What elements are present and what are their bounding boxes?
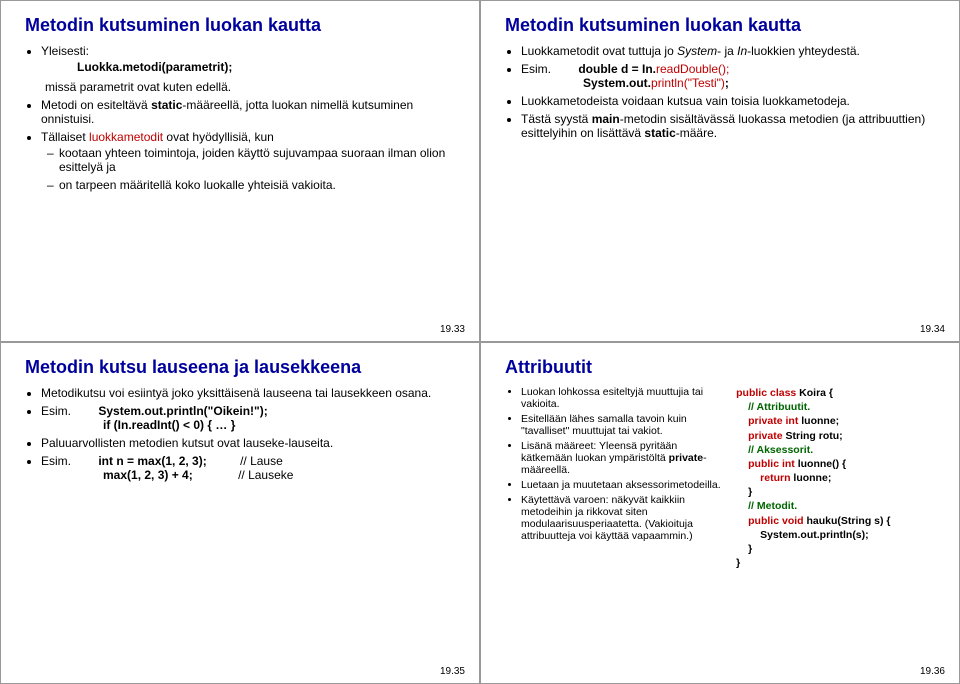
page-number: 19.33 [440, 324, 465, 335]
page-number: 19.34 [920, 324, 945, 335]
bullet: Paluuarvollisten metodien kutsut ovat la… [41, 436, 459, 450]
page-number: 19.36 [920, 666, 945, 677]
kw-int: int [98, 454, 113, 468]
slide2-list: Luokkametodit ovat tuttuja jo System- ja… [505, 44, 939, 140]
code: Koira { [796, 387, 833, 399]
slide2-title: Metodin kutsuminen luokan kautta [505, 15, 939, 36]
em: In [737, 44, 747, 58]
bullet: Luetaan ja muutetaan aksessorimetodeilla… [521, 479, 728, 491]
kw: System.out. [583, 76, 651, 90]
attr-list: Luokan lohkossa esiteltyjä muuttujia tai… [505, 386, 728, 542]
slide1-title: Metodin kutsuminen luokan kautta [25, 15, 459, 36]
bullet: Käytettävä varoen: näkyvät kaikkiin meto… [521, 494, 728, 542]
bullet: Esim. double d = In.readDouble(); System… [521, 62, 939, 90]
code: hauku(String s) { [804, 515, 891, 527]
slide-2: Metodin kutsuminen luokan kautta Luokkam… [480, 0, 960, 342]
kw: private [748, 430, 782, 442]
kw-main: main [592, 112, 620, 126]
slide-4: Attribuutit Luokan lohkossa esiteltyjä m… [480, 342, 960, 684]
text: Esim. [41, 454, 71, 468]
code: System.out.println("Testi"); [583, 76, 939, 90]
code: if (In.readInt() < 0) { … } [103, 418, 459, 432]
brace: } [748, 542, 939, 556]
text: Esim. [521, 62, 551, 76]
bullet: Lisänä määreet: Yleensä pyritään kätkemä… [521, 440, 728, 476]
kw: private int [748, 415, 798, 427]
bullet: Metodikutsu voi esiintyä joko yksittäise… [41, 386, 459, 400]
kw: public void [748, 515, 803, 527]
text: Tästä syystä [521, 112, 592, 126]
code: System.out.println(s); [760, 528, 939, 542]
code: luonne; [798, 415, 839, 427]
comment: // Lause [240, 454, 283, 468]
cond: (In.readInt() < 0) { … } [110, 418, 235, 432]
comment: // Aksessorit. [748, 443, 939, 457]
slide1-list: Yleisesti: Luokka.metodi(parametrit); mi… [25, 44, 459, 192]
code: System.out.println("Oikein!"); [98, 404, 267, 418]
text: missä parametrit ovat kuten edellä. [45, 80, 459, 94]
sublist: kootaan yhteen toimintoja, joiden käyttö… [41, 146, 459, 192]
method-call: println("Testi") [651, 76, 725, 90]
text: Tällaiset [41, 130, 89, 144]
code: int n = max(1, 2, 3); [98, 454, 210, 468]
code: Luokka.metodi(parametrit); [77, 60, 459, 74]
text: Esim. [41, 404, 71, 418]
text: Metodi on esiteltävä [41, 98, 151, 112]
expr: max(1, 2, 3) + 4; [103, 468, 193, 482]
bullet: Tästä syystä main-metodin sisältävässä l… [521, 112, 939, 140]
comment: // Attribuutit. [748, 400, 939, 414]
comment: // Metodit. [748, 499, 939, 513]
bullet: Tällaiset luokkametodit ovat hyödyllisiä… [41, 130, 459, 192]
left-col: Luokan lohkossa esiteltyjä muuttujia tai… [505, 386, 728, 570]
kw: double d = In. [578, 62, 656, 76]
text: ; [725, 76, 729, 90]
sub-bullet: kootaan yhteen toimintoja, joiden käyttö… [59, 146, 459, 174]
expr: n = max(1, 2, 3); [113, 454, 207, 468]
kw-static: static [644, 126, 675, 140]
code: luonne; [790, 472, 831, 484]
slide-3: Metodin kutsu lauseena ja lausekkeena Me… [0, 342, 480, 684]
code-row: max(1, 2, 3) + 4; // Lauseke [103, 468, 459, 482]
kw-static: static [151, 98, 182, 112]
code: String rotu; [783, 430, 843, 442]
bullet: Luokan lohkossa esiteltyjä muuttujia tai… [521, 386, 728, 410]
method-call: readDouble(); [656, 62, 729, 76]
kw: return [760, 472, 790, 484]
bullet: Esitellään lähes samalla tavoin kuin "ta… [521, 413, 728, 437]
bullet: Metodi on esiteltävä static-määreellä, j… [41, 98, 459, 126]
slide-1: Metodin kutsuminen luokan kautta Yleises… [0, 0, 480, 342]
text: ovat hyödyllisiä, kun [163, 130, 274, 144]
slide4-title: Attribuutit [505, 357, 939, 378]
two-col: Luokan lohkossa esiteltyjä muuttujia tai… [505, 386, 939, 570]
text: - ja [717, 44, 737, 58]
page-number: 19.35 [440, 666, 465, 677]
kw-private: private [669, 452, 703, 464]
brace: } [736, 556, 939, 570]
slide3-title: Metodin kutsu lauseena ja lausekkeena [25, 357, 459, 378]
bullet: Yleisesti: Luokka.metodi(parametrit); mi… [41, 44, 459, 94]
code: luonne() { [795, 458, 846, 470]
term: luokkametodit [89, 130, 163, 144]
slide3-list: Metodikutsu voi esiintyä joko yksittäise… [25, 386, 459, 482]
text: -määre. [676, 126, 717, 140]
text: Lisänä määreet: Yleensä pyritään kätkemä… [521, 440, 677, 464]
code-block: public class Koira { // Attribuutit. pri… [736, 386, 939, 570]
bullet: Luokkametodit ovat tuttuja jo System- ja… [521, 44, 939, 58]
kw: public class [736, 387, 796, 399]
code: double d = In.readDouble(); [578, 62, 729, 76]
bullet: Esim. int n = max(1, 2, 3); // Lause max… [41, 454, 459, 482]
text: Yleisesti: [41, 44, 89, 58]
em: System [677, 44, 717, 58]
sub-bullet: on tarpeen määritellä koko luokalle yhte… [59, 178, 459, 192]
kw: public int [748, 458, 795, 470]
bullet: Esim. System.out.println("Oikein!"); if … [41, 404, 459, 432]
comment: // Lauseke [238, 468, 293, 482]
text: -luokkien yhteydestä. [747, 44, 860, 58]
brace: } [748, 485, 939, 499]
text: Luokkametodit ovat tuttuja jo [521, 44, 677, 58]
bullet: Luokkametodeista voidaan kutsua vain toi… [521, 94, 939, 108]
